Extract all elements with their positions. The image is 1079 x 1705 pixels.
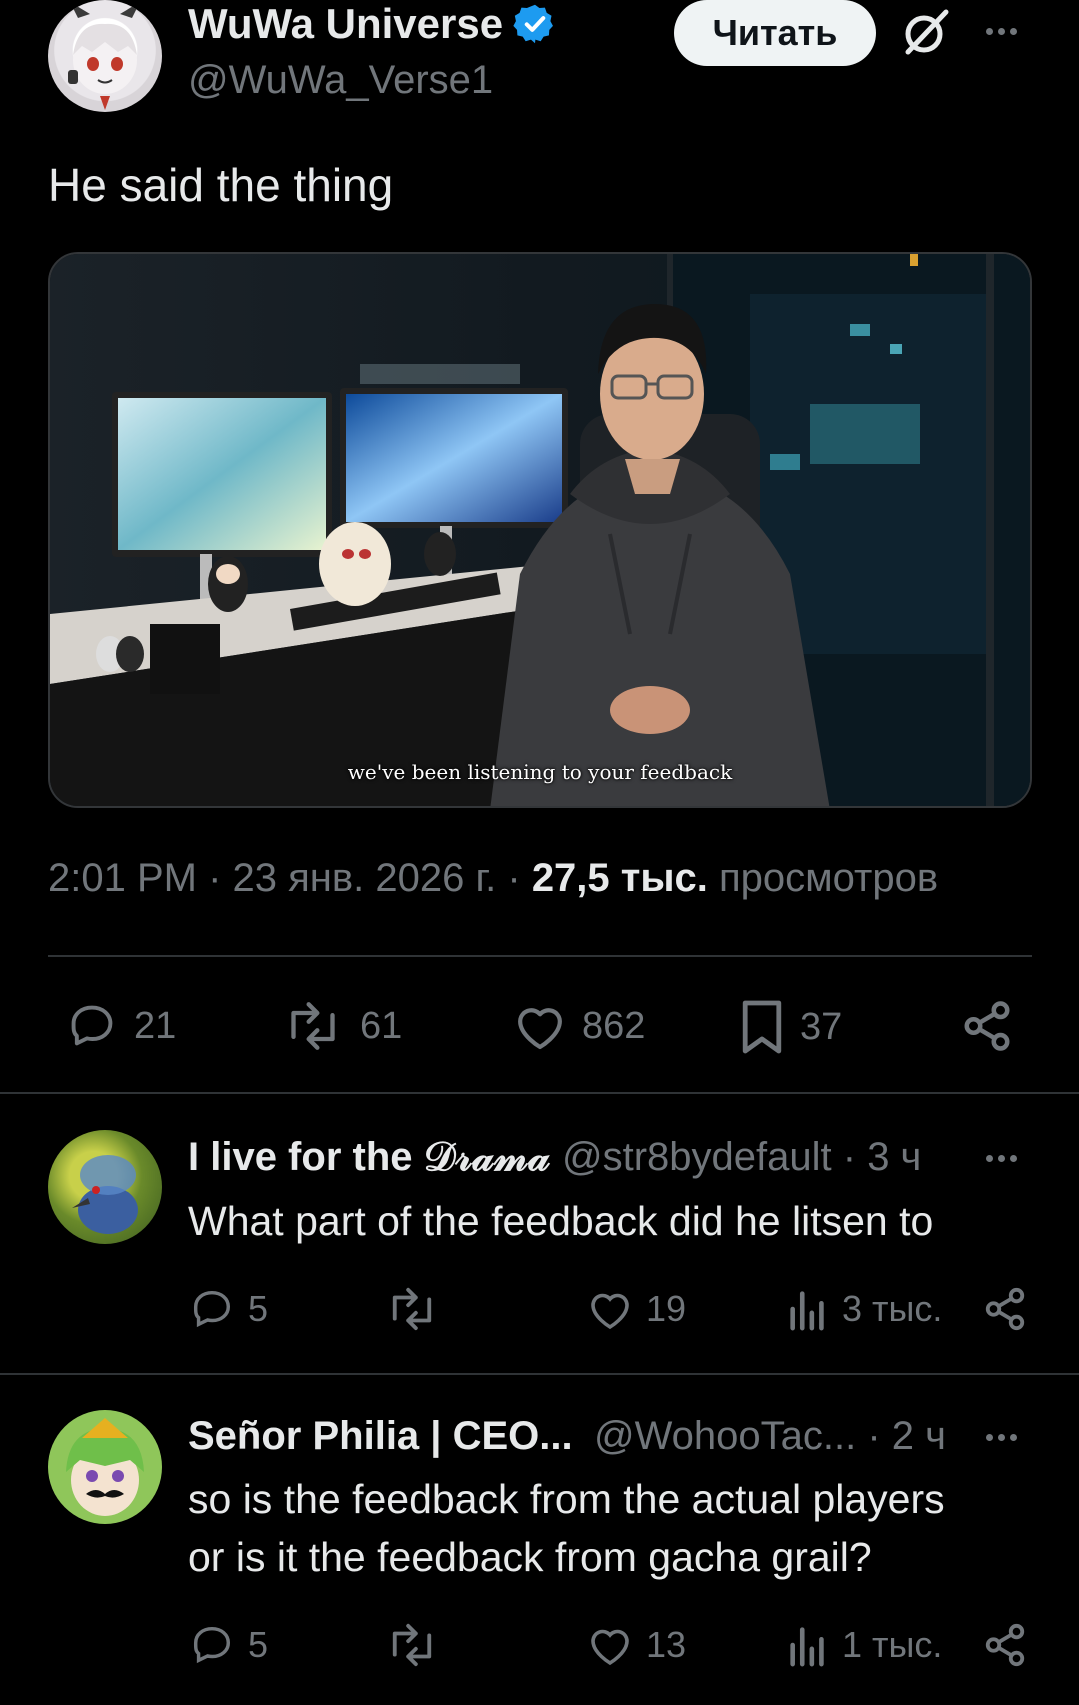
more-options-icon[interactable] (986, 1155, 1017, 1162)
reply-text: so is the feedback from the actual playe… (188, 1470, 945, 1586)
repost-button[interactable] (384, 1286, 440, 1332)
bookmark-button[interactable]: 37 (738, 998, 842, 1056)
like-count: 19 (646, 1288, 687, 1329)
reply-time[interactable]: · 3 ч (843, 1135, 922, 1179)
video-frame (50, 254, 1030, 806)
bookmark-count: 37 (800, 1005, 843, 1048)
reply-avatar[interactable] (48, 1410, 162, 1524)
grok-icon[interactable] (900, 6, 952, 58)
views-count: 3 тыс. (842, 1288, 943, 1329)
reply-author-handle[interactable]: @WohooTac... · 2 ч (594, 1414, 946, 1459)
repost-icon (392, 1623, 432, 1667)
analytics-icon (790, 1291, 824, 1331)
reply-count: 21 (134, 1004, 177, 1047)
reply-handle-text[interactable]: @WohooTac... (594, 1414, 856, 1458)
divider (0, 1092, 1079, 1094)
share-icon (985, 1623, 1025, 1667)
repost-count: 61 (360, 1004, 403, 1047)
reply-icon (193, 1290, 231, 1328)
reply-count: 5 (248, 1288, 269, 1329)
reply-icon (71, 1005, 113, 1046)
reply-text-line: or is it the feedback from gacha grail? (188, 1534, 872, 1580)
reply-author-handle[interactable]: @str8bydefault · 3 ч (562, 1135, 921, 1180)
like-button[interactable]: 19 (586, 1286, 686, 1332)
repost-button[interactable]: 61 (280, 1000, 402, 1052)
reply-text-line: so is the feedback from the actual playe… (188, 1476, 945, 1522)
video-player[interactable]: we've been listening to your feedback (48, 252, 1032, 808)
heart-icon (518, 1008, 562, 1050)
analytics-icon (790, 1627, 824, 1667)
reply-author-name[interactable]: I live for the 𝒟𝓇𝒶𝓂𝒶 (188, 1135, 550, 1180)
heart-icon (591, 1629, 629, 1666)
views-button[interactable]: 3 тыс. (786, 1286, 942, 1332)
author-handle[interactable]: @WuWa_Verse1 (188, 58, 493, 103)
reply-time[interactable]: · 2 ч (867, 1414, 946, 1458)
divider (48, 955, 1032, 957)
share-icon (985, 1287, 1025, 1331)
post-text: He said the thing (48, 159, 394, 211)
more-options-icon[interactable] (986, 1434, 1017, 1441)
author-name[interactable]: WuWa Universe (188, 0, 557, 48)
reply-count: 5 (248, 1624, 269, 1665)
repost-icon (291, 1002, 335, 1050)
verified-badge-icon (513, 4, 554, 44)
share-icon (964, 1001, 1010, 1051)
reply-text: What part of the feedback did he litsen … (188, 1198, 934, 1244)
post-time[interactable]: 2:01 PM (48, 856, 197, 900)
post-meta: 2:01 PM · 23 янв. 2026 г. · 27,5 тыс. пр… (48, 856, 939, 900)
author-name-text[interactable]: WuWa Universe (188, 0, 503, 48)
bookmark-icon (742, 1000, 782, 1054)
video-subtitle: we've been listening to your feedback (347, 760, 733, 784)
divider (0, 1373, 1079, 1375)
author-avatar[interactable] (48, 0, 162, 112)
views-count: 27,5 тыс. (531, 856, 708, 900)
heart-icon (591, 1293, 629, 1330)
share-button[interactable] (960, 998, 1014, 1054)
reply-button[interactable]: 5 (188, 1286, 268, 1332)
repost-icon (392, 1287, 432, 1331)
like-count: 862 (582, 1004, 646, 1047)
reply-avatar[interactable] (48, 1130, 162, 1244)
views-label: просмотров (719, 856, 939, 900)
more-options-icon[interactable] (986, 28, 1017, 35)
share-button[interactable] (982, 1622, 1028, 1668)
views-button[interactable]: 1 тыс. (786, 1622, 942, 1668)
reply-icon (193, 1626, 231, 1664)
reply-author-name[interactable]: Señor Philia | CEO... (188, 1414, 573, 1459)
share-button[interactable] (982, 1286, 1028, 1332)
like-button[interactable]: 862 (512, 1000, 645, 1052)
views-count: 1 тыс. (842, 1624, 943, 1665)
like-button[interactable]: 13 (586, 1622, 686, 1668)
reply-button[interactable]: 21 (64, 1000, 176, 1052)
post-date[interactable]: 23 янв. 2026 г. (233, 856, 497, 900)
reply-button[interactable]: 5 (188, 1622, 268, 1668)
like-count: 13 (646, 1624, 687, 1665)
follow-button[interactable]: Читать (674, 0, 876, 66)
repost-button[interactable] (384, 1622, 440, 1668)
reply-handle-text[interactable]: @str8bydefault (562, 1135, 832, 1179)
